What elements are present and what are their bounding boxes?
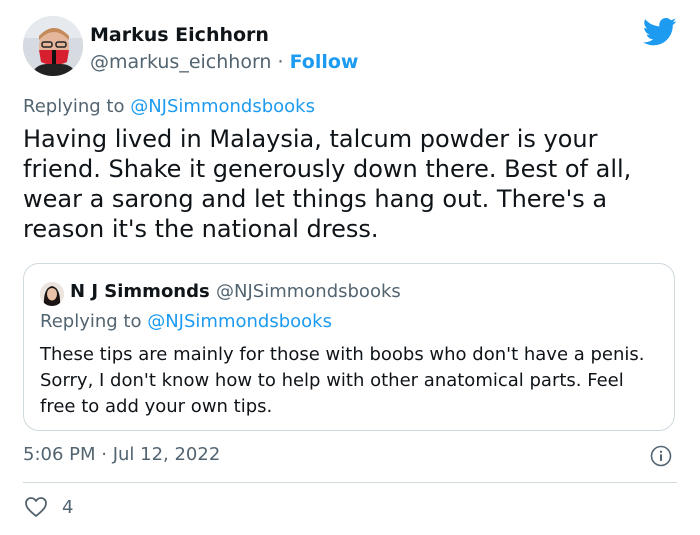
twitter-bird-icon[interactable] [643, 17, 677, 47]
handle-separator: · [271, 51, 290, 73]
tweet-timestamp[interactable]: 5:06 PM · Jul 12, 2022 [23, 444, 220, 465]
quoted-tweet[interactable]: N J Simmonds @NJSimmondsbooks Replying t… [23, 263, 675, 431]
author-handle-line: @markus_eichhorn · Follow [90, 51, 359, 73]
follow-button[interactable]: Follow [290, 51, 359, 73]
replying-to-mention[interactable]: @NJSimmondsbooks [130, 96, 315, 117]
divider [23, 482, 677, 483]
quoted-author-line: N J Simmonds @NJSimmondsbooks [70, 281, 401, 302]
quoted-replying-to-line: Replying to @NJSimmondsbooks [40, 311, 332, 332]
tweet-text: Having lived in Malaysia, talcum powder … [23, 125, 632, 243]
info-icon[interactable] [650, 445, 672, 467]
replying-prefix: Replying to [23, 96, 131, 117]
heart-icon [25, 497, 47, 517]
replying-to-line: Replying to @NJSimmondsbooks [23, 96, 315, 117]
quoted-author-handle: @NJSimmondsbooks [216, 281, 401, 302]
like-button[interactable]: 4 [24, 496, 73, 518]
author-handle[interactable]: @markus_eichhorn [90, 51, 271, 73]
quoted-replying-prefix: Replying to [40, 311, 148, 332]
author-avatar[interactable] [23, 16, 83, 76]
quoted-author-name: N J Simmonds [70, 281, 210, 302]
quoted-tweet-text: These tips are mainly for those with boo… [40, 344, 645, 417]
quoted-author-photo [40, 282, 64, 306]
author-photo [23, 16, 83, 76]
quoted-author-avatar [40, 282, 64, 306]
like-count: 4 [62, 496, 74, 518]
quoted-replying-to-mention: @NJSimmondsbooks [147, 311, 332, 332]
author-name[interactable]: Markus Eichhorn [90, 24, 269, 46]
